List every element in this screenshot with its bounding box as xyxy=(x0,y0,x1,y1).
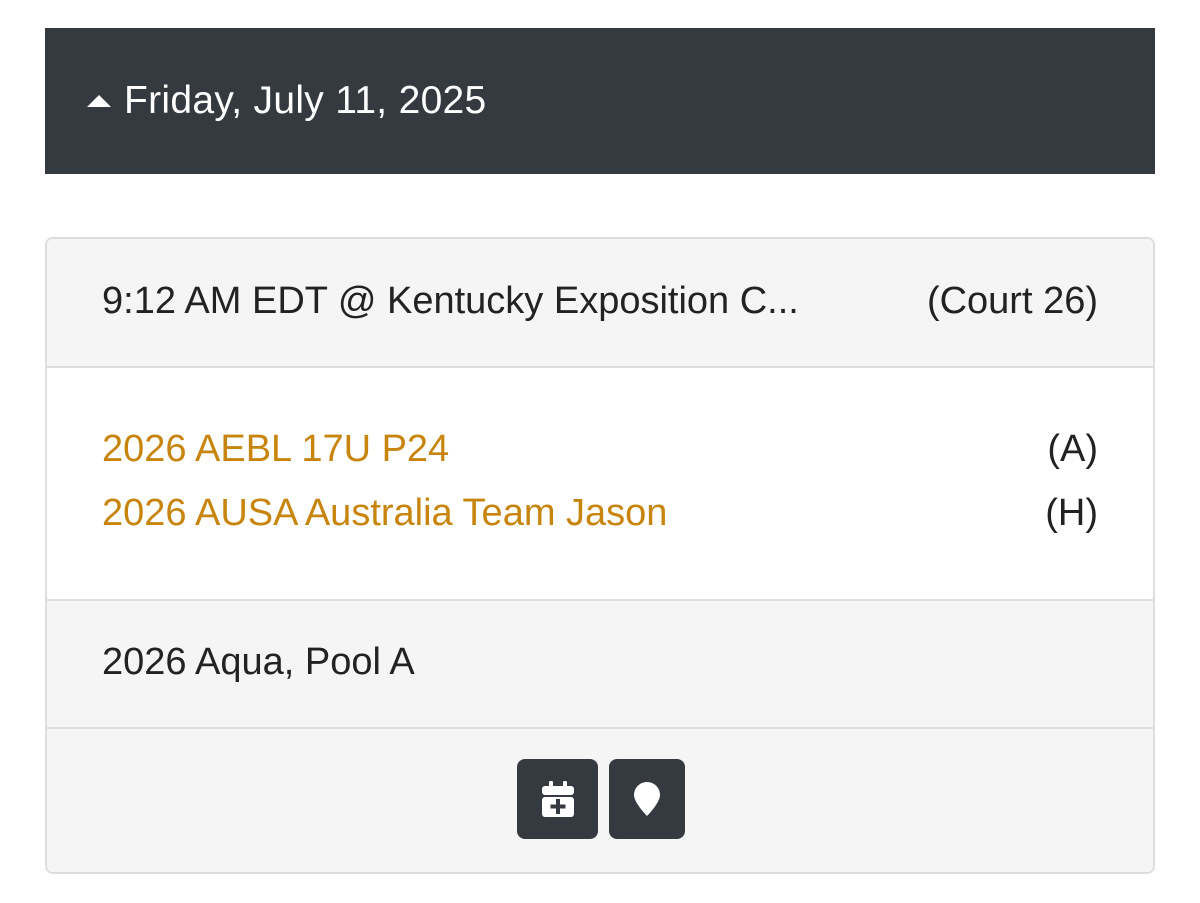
teams-section: 2026 AEBL 17U P24 (A) 2026 AUSA Australi… xyxy=(47,368,1153,601)
game-time-location: 9:12 AM EDT @ Kentucky Exposition C... xyxy=(102,280,799,322)
team-link-home[interactable]: 2026 AUSA Australia Team Jason xyxy=(102,492,667,535)
team-side-away: (A) xyxy=(1047,428,1098,470)
game-card: 9:12 AM EDT @ Kentucky Exposition C... (… xyxy=(45,237,1155,874)
calendar-plus-icon xyxy=(541,781,574,817)
day-title: Friday, July 11, 2025 xyxy=(124,79,487,122)
caret-up-icon xyxy=(87,95,111,107)
map-location-button[interactable] xyxy=(609,759,685,839)
actions-row xyxy=(47,729,1153,872)
team-link-away[interactable]: 2026 AEBL 17U P24 xyxy=(102,428,449,471)
team-side-home: (H) xyxy=(1045,492,1098,534)
pool-name: 2026 Aqua, Pool A xyxy=(102,641,415,683)
day-header-toggle[interactable]: Friday, July 11, 2025 xyxy=(45,28,1155,174)
map-marker-icon xyxy=(634,782,660,816)
pool-row: 2026 Aqua, Pool A xyxy=(47,601,1153,729)
game-court: (Court 26) xyxy=(926,280,1098,322)
game-time-row: 9:12 AM EDT @ Kentucky Exposition C... (… xyxy=(47,239,1153,368)
add-to-calendar-button[interactable] xyxy=(517,759,598,839)
